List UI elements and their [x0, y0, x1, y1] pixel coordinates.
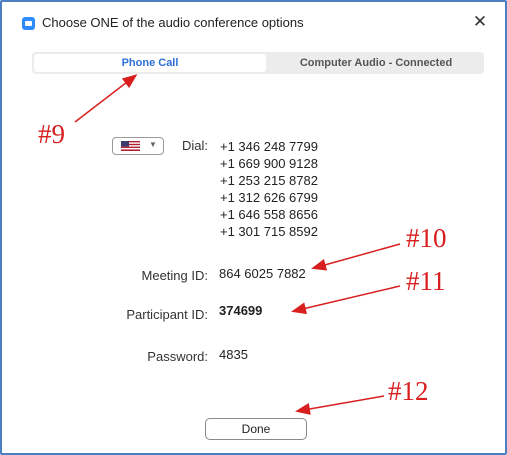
participant-id-value: 374699: [219, 303, 263, 318]
tab-phone-call[interactable]: Phone Call: [34, 54, 266, 72]
tab-computer-audio[interactable]: Computer Audio - Connected: [268, 52, 484, 74]
dial-number: +1 669 900 9128: [220, 156, 318, 171]
us-flag-icon: [121, 141, 140, 151]
country-selector[interactable]: ▼: [112, 137, 164, 155]
dial-number: +1 312 626 6799: [220, 190, 318, 205]
chevron-down-icon: ▼: [149, 140, 157, 149]
dial-number: +1 646 558 8656: [220, 207, 318, 222]
zoom-app-icon: [22, 17, 35, 30]
annotation-label-10: #10: [406, 223, 447, 253]
participant-id-label: Participant ID:: [126, 307, 208, 322]
dial-number: +1 346 248 7799: [220, 139, 318, 154]
password-value: 4835: [219, 347, 248, 362]
password-label: Password:: [147, 349, 208, 364]
annotation-label-9: #9: [38, 119, 65, 149]
dial-number-list: +1 346 248 7799 +1 669 900 9128 +1 253 2…: [220, 138, 318, 240]
dial-label: Dial:: [181, 138, 208, 153]
audio-tab-bar: Phone Call Computer Audio - Connected: [32, 52, 484, 74]
annotation-label-11: #11: [406, 266, 446, 296]
done-button[interactable]: Done: [205, 418, 307, 440]
close-icon[interactable]: ✕: [470, 11, 490, 33]
meeting-id-value: 864 6025 7882: [219, 266, 306, 281]
annotation-label-12: #12: [388, 376, 429, 406]
title-bar: Choose ONE of the audio conference optio…: [2, 2, 505, 42]
dial-number: +1 301 715 8592: [220, 224, 318, 239]
meeting-id-label: Meeting ID:: [141, 268, 208, 283]
window-title: Choose ONE of the audio conference optio…: [42, 15, 304, 30]
dial-number: +1 253 215 8782: [220, 173, 318, 188]
